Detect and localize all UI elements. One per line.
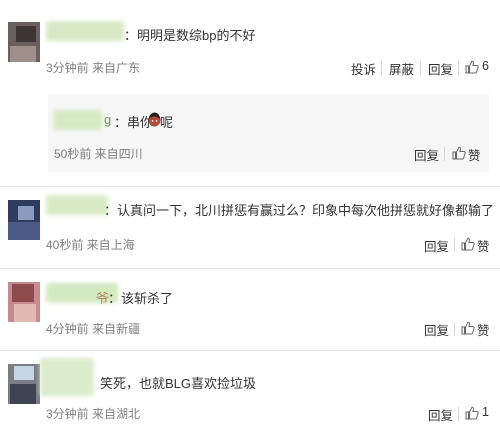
like-count[interactable]: 1 xyxy=(482,405,489,419)
divider xyxy=(0,268,500,269)
divider xyxy=(0,186,500,187)
username[interactable] xyxy=(40,358,94,396)
comment-meta: 50秒前 来自四川 xyxy=(54,147,143,161)
avatar[interactable] xyxy=(8,364,40,404)
action-separator xyxy=(454,322,455,336)
reply-button[interactable]: 回复 xyxy=(424,320,449,339)
comment-meta: 3分钟前 来自湖北 xyxy=(46,407,141,421)
avatar[interactable] xyxy=(8,200,40,240)
username[interactable] xyxy=(54,110,102,130)
action-separator xyxy=(420,61,421,75)
avatar[interactable] xyxy=(8,282,40,322)
reply-button[interactable]: 回复 xyxy=(428,405,453,424)
thumbs-up-icon[interactable] xyxy=(465,60,479,74)
username[interactable] xyxy=(46,21,124,41)
like-button[interactable]: 赞 xyxy=(477,320,490,339)
comment-list: ：明明是数综bp的不好 3分钟前 来自广东 投诉 屏蔽 回复 6 g ：串你 呢… xyxy=(0,0,500,440)
action-separator xyxy=(444,147,445,161)
action-separator xyxy=(458,61,459,75)
comment-text: 笑死，也就BLG喜欢捡垃圾 xyxy=(100,376,257,391)
like-button[interactable]: 赞 xyxy=(468,145,481,164)
action-separator xyxy=(458,407,459,421)
like-button[interactable]: 赞 xyxy=(477,236,490,255)
block-button[interactable]: 屏蔽 xyxy=(389,59,414,78)
like-count[interactable]: 6 xyxy=(482,59,489,73)
username-tail: g xyxy=(104,112,112,127)
comment-text: ：明明是数综bp的不好 xyxy=(124,28,256,43)
action-separator xyxy=(454,238,455,252)
thumbs-up-icon[interactable] xyxy=(452,146,466,160)
comment-text: ：认真问一下，北川拼惩有赢过么？印象中每次他拼惩就好像都输了 xyxy=(104,203,495,218)
reply-button[interactable]: 回复 xyxy=(424,236,449,255)
report-button[interactable]: 投诉 xyxy=(351,59,376,78)
action-separator xyxy=(381,61,382,75)
thumbs-up-icon[interactable] xyxy=(461,321,475,335)
reply-button[interactable]: 回复 xyxy=(428,59,453,78)
thumbs-up-icon[interactable] xyxy=(465,406,479,420)
avatar[interactable] xyxy=(8,22,40,62)
comment-text: ：该斩杀了 xyxy=(108,291,174,306)
comment-meta: 40秒前 来自上海 xyxy=(46,238,135,252)
comment-text-end: 呢 xyxy=(160,115,174,130)
comment-meta: 3分钟前 来自广东 xyxy=(46,61,141,75)
divider xyxy=(0,350,500,351)
thumbs-up-icon[interactable] xyxy=(461,237,475,251)
comment-meta: 4分钟前 来自新疆 xyxy=(46,322,141,336)
username[interactable] xyxy=(46,195,108,215)
reply-button[interactable]: 回复 xyxy=(414,145,439,164)
